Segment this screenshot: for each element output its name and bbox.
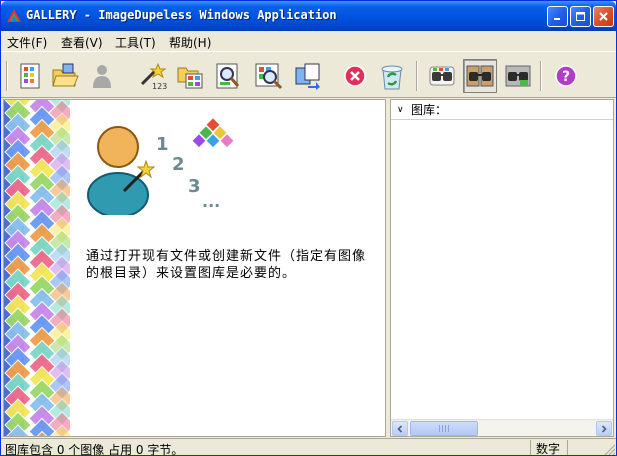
folder-scan-button[interactable]	[173, 59, 207, 93]
help-button[interactable]: ?	[549, 59, 583, 93]
compare-icon	[295, 63, 320, 90]
toolbar-grip	[6, 61, 8, 91]
menu-help[interactable]: 帮助(H)	[169, 34, 211, 51]
tree-root-label: 图库：	[411, 103, 448, 117]
scroll-right-button[interactable]	[596, 421, 612, 436]
status-extra-panel	[567, 440, 600, 455]
disabled-user-icon	[93, 65, 111, 88]
wizard-button[interactable]: 123	[136, 59, 170, 93]
toolbar: 123 ?	[1, 51, 616, 98]
glasses-compare-button[interactable]	[463, 59, 497, 93]
person-head	[97, 126, 139, 168]
compare-button[interactable]	[291, 59, 325, 93]
window-title: GALLERY - ImageDupeless Windows Applicat…	[26, 8, 337, 22]
hero-number-1: 1	[156, 134, 169, 155]
help-icon: ?	[555, 65, 577, 87]
glasses-settings-button[interactable]	[501, 59, 535, 93]
maximize-icon	[576, 12, 585, 21]
gallery-wizard-illustration: 1 2 3 ...	[87, 118, 234, 215]
preview-icon	[216, 63, 240, 89]
grip-icon	[439, 425, 449, 432]
folder-scan-icon	[177, 67, 203, 89]
gallery-tree-pane[interactable]: ∨ 图库：	[390, 99, 614, 437]
person-body	[87, 172, 149, 215]
toolbar-separator	[540, 61, 542, 91]
menu-view[interactable]: 查看(V)	[61, 34, 103, 51]
svg-text:123: 123	[152, 82, 167, 90]
toolbar-separator	[416, 61, 418, 91]
status-message: 图库包含 0 个图像 占用 0 字节。	[5, 443, 184, 456]
decorative-diamond-strip	[4, 100, 70, 436]
menu-tools[interactable]: 工具(T)	[115, 34, 156, 51]
disabled-user-button[interactable]	[85, 59, 119, 93]
horizontal-scrollbar[interactable]	[391, 419, 613, 436]
search-duplicates-icon	[255, 63, 282, 90]
tree-root-node[interactable]: ∨ 图库：	[391, 100, 613, 120]
hero-number-ellipsis: ...	[202, 192, 220, 211]
svg-text:?: ?	[562, 69, 570, 85]
gallery-view-pane[interactable]: 1 2 3 ... 通过打开现有文件或创建新文件（指定有图像的根目录）来设置图库…	[3, 99, 386, 437]
stop-button[interactable]	[338, 59, 372, 93]
menu-file[interactable]: 文件(F)	[7, 34, 47, 51]
status-bar: 图库包含 0 个图像 占用 0 字节。 数字	[1, 438, 616, 456]
status-numlock: 数字	[530, 440, 566, 455]
scroll-right-icon	[601, 424, 607, 433]
setup-hint-text: 通过打开现有文件或创建新文件（指定有图像的根目录）来设置图库是必要的。	[86, 249, 367, 281]
close-icon	[599, 12, 608, 21]
minimize-icon	[554, 18, 560, 20]
search-duplicates-button[interactable]	[251, 59, 285, 93]
scroll-thumb[interactable]	[410, 421, 478, 436]
hero-number-2: 2	[172, 154, 185, 175]
resize-grip-icon[interactable]	[603, 443, 615, 455]
close-button[interactable]	[593, 6, 614, 27]
color-tiles-pyramid	[192, 118, 234, 148]
open-gallery-button[interactable]	[48, 59, 82, 93]
title-bar[interactable]: GALLERY - ImageDupeless Windows Applicat…	[1, 1, 616, 31]
glasses-view-button[interactable]	[425, 59, 459, 93]
new-gallery-button[interactable]	[13, 59, 47, 93]
chevron-down-icon[interactable]: ∨	[397, 105, 411, 115]
scroll-left-button[interactable]	[392, 421, 408, 436]
app-window: GALLERY - ImageDupeless Windows Applicat…	[0, 0, 617, 456]
maximize-button[interactable]	[570, 6, 591, 27]
hero-number-3: 3	[188, 176, 201, 197]
glasses-view-icon	[429, 66, 455, 86]
new-gallery-icon	[20, 63, 40, 89]
glasses-compare-icon	[466, 65, 494, 87]
recycle-icon	[381, 65, 403, 90]
recycle-button[interactable]	[375, 59, 409, 93]
open-gallery-icon	[52, 63, 79, 87]
glasses-settings-icon	[505, 65, 531, 87]
preview-button[interactable]	[211, 59, 245, 93]
scroll-left-icon	[397, 424, 403, 433]
gallery-app-icon	[7, 9, 21, 22]
menu-bar: 文件(F) 查看(V) 工具(T) 帮助(H)	[1, 31, 616, 51]
wizard-icon: 123	[140, 62, 167, 90]
minimize-button[interactable]	[547, 6, 568, 27]
stop-icon	[344, 65, 366, 87]
